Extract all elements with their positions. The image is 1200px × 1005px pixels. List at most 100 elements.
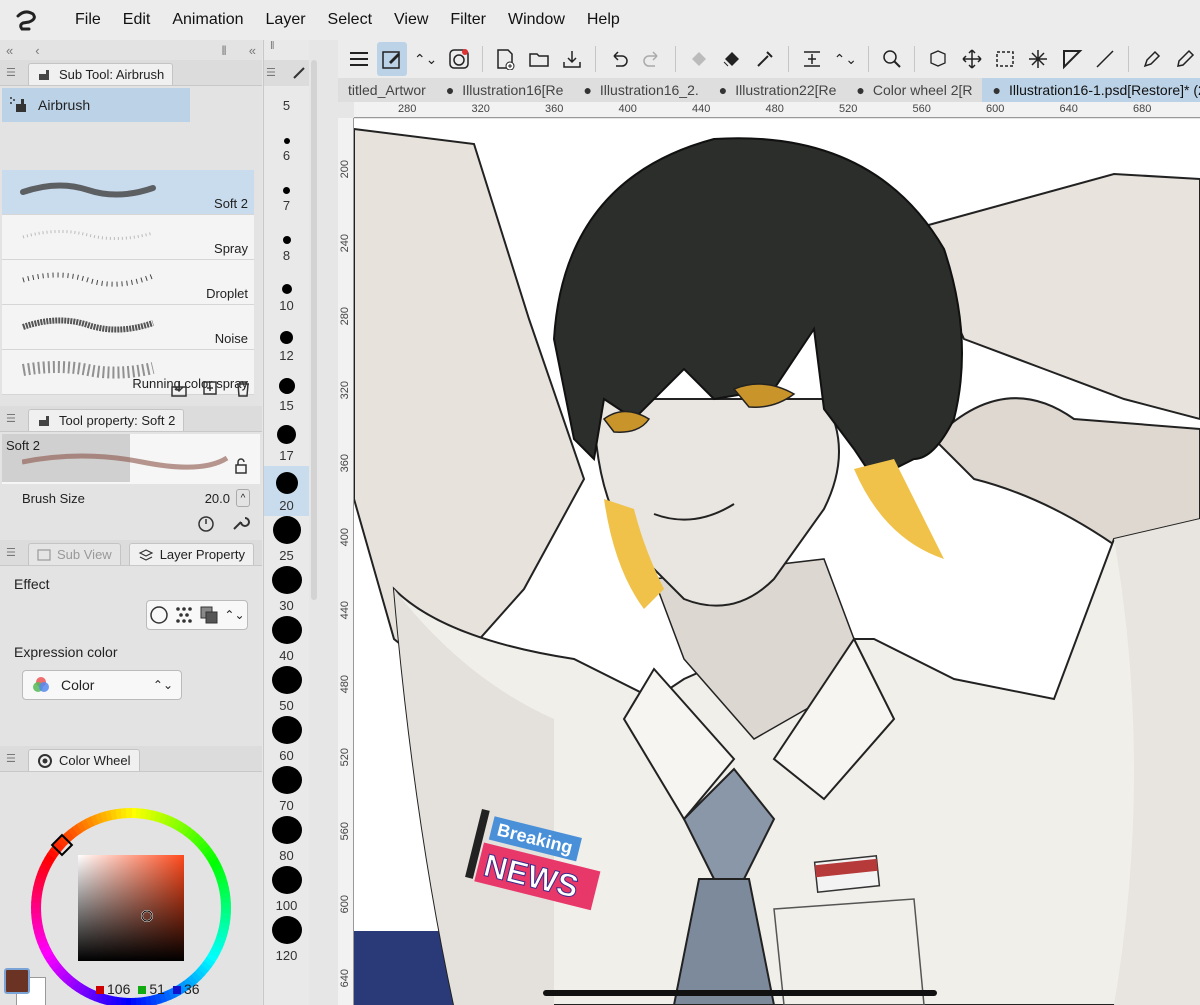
trash-icon[interactable]: [234, 380, 252, 398]
menu-edit[interactable]: Edit: [112, 11, 162, 29]
lock-icon[interactable]: [234, 458, 248, 474]
menu-file[interactable]: File: [64, 11, 112, 29]
brush-size-item[interactable]: 12: [264, 316, 309, 366]
collapse-all-icon[interactable]: «: [6, 43, 13, 58]
brush-size-handle[interactable]: ‖: [264, 40, 309, 60]
line-tool-button[interactable]: [1091, 42, 1120, 76]
menu-view[interactable]: View: [383, 11, 439, 29]
brush-size-item[interactable]: 70: [264, 766, 309, 816]
brush-size-item[interactable]: 20: [264, 466, 309, 516]
expression-color-select[interactable]: Color ⌃⌄: [22, 670, 182, 700]
brush-size-item[interactable]: 30: [264, 566, 309, 616]
document-tab[interactable]: titled_Artwor: [338, 78, 436, 102]
menu-window[interactable]: Window: [497, 11, 576, 29]
switch-mode-button[interactable]: ⌃⌄: [411, 42, 440, 76]
zoom-button[interactable]: [877, 42, 906, 76]
effect-selector[interactable]: ⌃⌄: [146, 600, 248, 630]
panel-menu-icon[interactable]: ☰: [6, 752, 20, 765]
brush-item-soft-2[interactable]: Soft 2: [2, 170, 254, 215]
menu-layer[interactable]: Layer: [255, 11, 317, 29]
brush-size-item[interactable]: 50: [264, 666, 309, 716]
ruler-tool-button[interactable]: [1057, 42, 1086, 76]
brush-size-item[interactable]: 15: [264, 366, 309, 416]
brush-size-tab[interactable]: ☰: [264, 60, 309, 86]
tab-layer-property[interactable]: Layer Property: [128, 543, 254, 565]
brush-size-item[interactable]: 25: [264, 516, 309, 566]
brush-size-item[interactable]: 80: [264, 816, 309, 866]
canvas-artwork[interactable]: Breaking NEWS: [354, 119, 1200, 1005]
redo-button[interactable]: [637, 42, 666, 76]
clip-studio-logo-icon[interactable]: [6, 0, 46, 40]
brush-item-spray[interactable]: Spray: [2, 215, 254, 260]
main-color-swatch[interactable]: [4, 968, 30, 994]
selection-tool-button[interactable]: [990, 42, 1019, 76]
hue-ring[interactable]: [0, 772, 262, 1005]
brush-size-item[interactable]: 60: [264, 716, 309, 766]
brush-size-item[interactable]: 7: [264, 166, 309, 216]
collapse-left-icon[interactable]: ‹: [35, 43, 39, 58]
brush-item-droplet[interactable]: Droplet: [2, 260, 254, 305]
canvas-arrange-button[interactable]: [797, 42, 826, 76]
brush-size-dial-icon[interactable]: [196, 513, 216, 533]
document-tab[interactable]: ● Illustration16-1.psd[Restore]* (2500 x …: [982, 78, 1200, 102]
wrench-icon[interactable]: [230, 513, 250, 533]
effect-chevron-icon[interactable]: ⌃⌄: [224, 608, 244, 622]
tab-sub-view[interactable]: Sub View: [28, 543, 121, 565]
palette-scrollbar[interactable]: [311, 60, 317, 600]
new-button[interactable]: [491, 42, 520, 76]
clip-studio-button[interactable]: [444, 42, 473, 76]
subtool-group-airbrush[interactable]: Airbrush: [2, 88, 190, 122]
layer-color-effect-icon[interactable]: [199, 605, 219, 625]
brush-item-noise[interactable]: Noise: [2, 305, 254, 350]
magic-wand-button[interactable]: [1024, 42, 1053, 76]
arrange-chevron-button[interactable]: ⌃⌄: [831, 42, 860, 76]
brush-size-stepper[interactable]: ^: [236, 489, 250, 507]
object-tool-button[interactable]: [923, 42, 952, 76]
menu-select[interactable]: Select: [317, 11, 383, 29]
pen-tool-button[interactable]: [1137, 42, 1166, 76]
brush-size-item[interactable]: 5: [264, 86, 309, 116]
fill-button[interactable]: [717, 42, 746, 76]
brush-size-value[interactable]: 20.0: [205, 491, 230, 506]
collapse-right-icon[interactable]: «: [249, 43, 256, 58]
move-tool-button[interactable]: [957, 42, 986, 76]
pencil-tool-button[interactable]: [1170, 42, 1199, 76]
brush-size-item[interactable]: 8: [264, 216, 309, 266]
tone-effect-icon[interactable]: [174, 605, 194, 625]
pen-mode-button[interactable]: [377, 42, 407, 76]
menu-filter[interactable]: Filter: [439, 11, 497, 29]
brush-size-item[interactable]: 40: [264, 616, 309, 666]
save-button[interactable]: [558, 42, 587, 76]
document-tab[interactable]: ● Illustration16_2.: [573, 78, 708, 102]
menu-toggle-button[interactable]: [344, 42, 373, 76]
document-tab[interactable]: ● Illustration22[Re: [709, 78, 847, 102]
open-button[interactable]: [524, 42, 553, 76]
document-tab-label: titled_Artwor: [348, 82, 426, 98]
subtool-tab[interactable]: Sub Tool: Airbrush: [28, 63, 174, 85]
panel-menu-icon[interactable]: ☰: [6, 412, 20, 425]
panel-menu-icon[interactable]: ☰: [6, 66, 20, 79]
eyedropper-button[interactable]: [751, 42, 780, 76]
panel-menu-icon[interactable]: ☰: [6, 546, 20, 559]
brush-size-item[interactable]: 17: [264, 416, 309, 466]
brush-size-item[interactable]: 10: [264, 266, 309, 316]
erase-selection-button[interactable]: [684, 42, 713, 76]
import-icon[interactable]: [170, 380, 188, 398]
brush-size-item[interactable]: 100: [264, 866, 309, 916]
brush-size-item[interactable]: 120: [264, 916, 309, 966]
brush-size-row[interactable]: Brush Size 20.0 ^: [0, 486, 262, 510]
color-mode-icon: [33, 677, 49, 692]
brush-size-item[interactable]: 6: [264, 116, 309, 166]
undo-button[interactable]: [604, 42, 633, 76]
color-wheel-tab[interactable]: Color Wheel: [28, 749, 140, 771]
duplicate-icon[interactable]: [202, 380, 220, 398]
menu-help[interactable]: Help: [576, 11, 631, 29]
border-effect-icon[interactable]: [149, 605, 169, 625]
dock-handle-icon[interactable]: ‖: [221, 43, 226, 58]
menu-animation[interactable]: Animation: [161, 11, 254, 29]
tool-property-tab[interactable]: Tool property: Soft 2: [28, 409, 185, 431]
home-indicator[interactable]: [543, 990, 937, 996]
document-tab[interactable]: ● Illustration16[Re: [436, 78, 574, 102]
green-value: 51: [138, 981, 165, 997]
document-tab[interactable]: ● Color wheel 2[R: [846, 78, 982, 102]
